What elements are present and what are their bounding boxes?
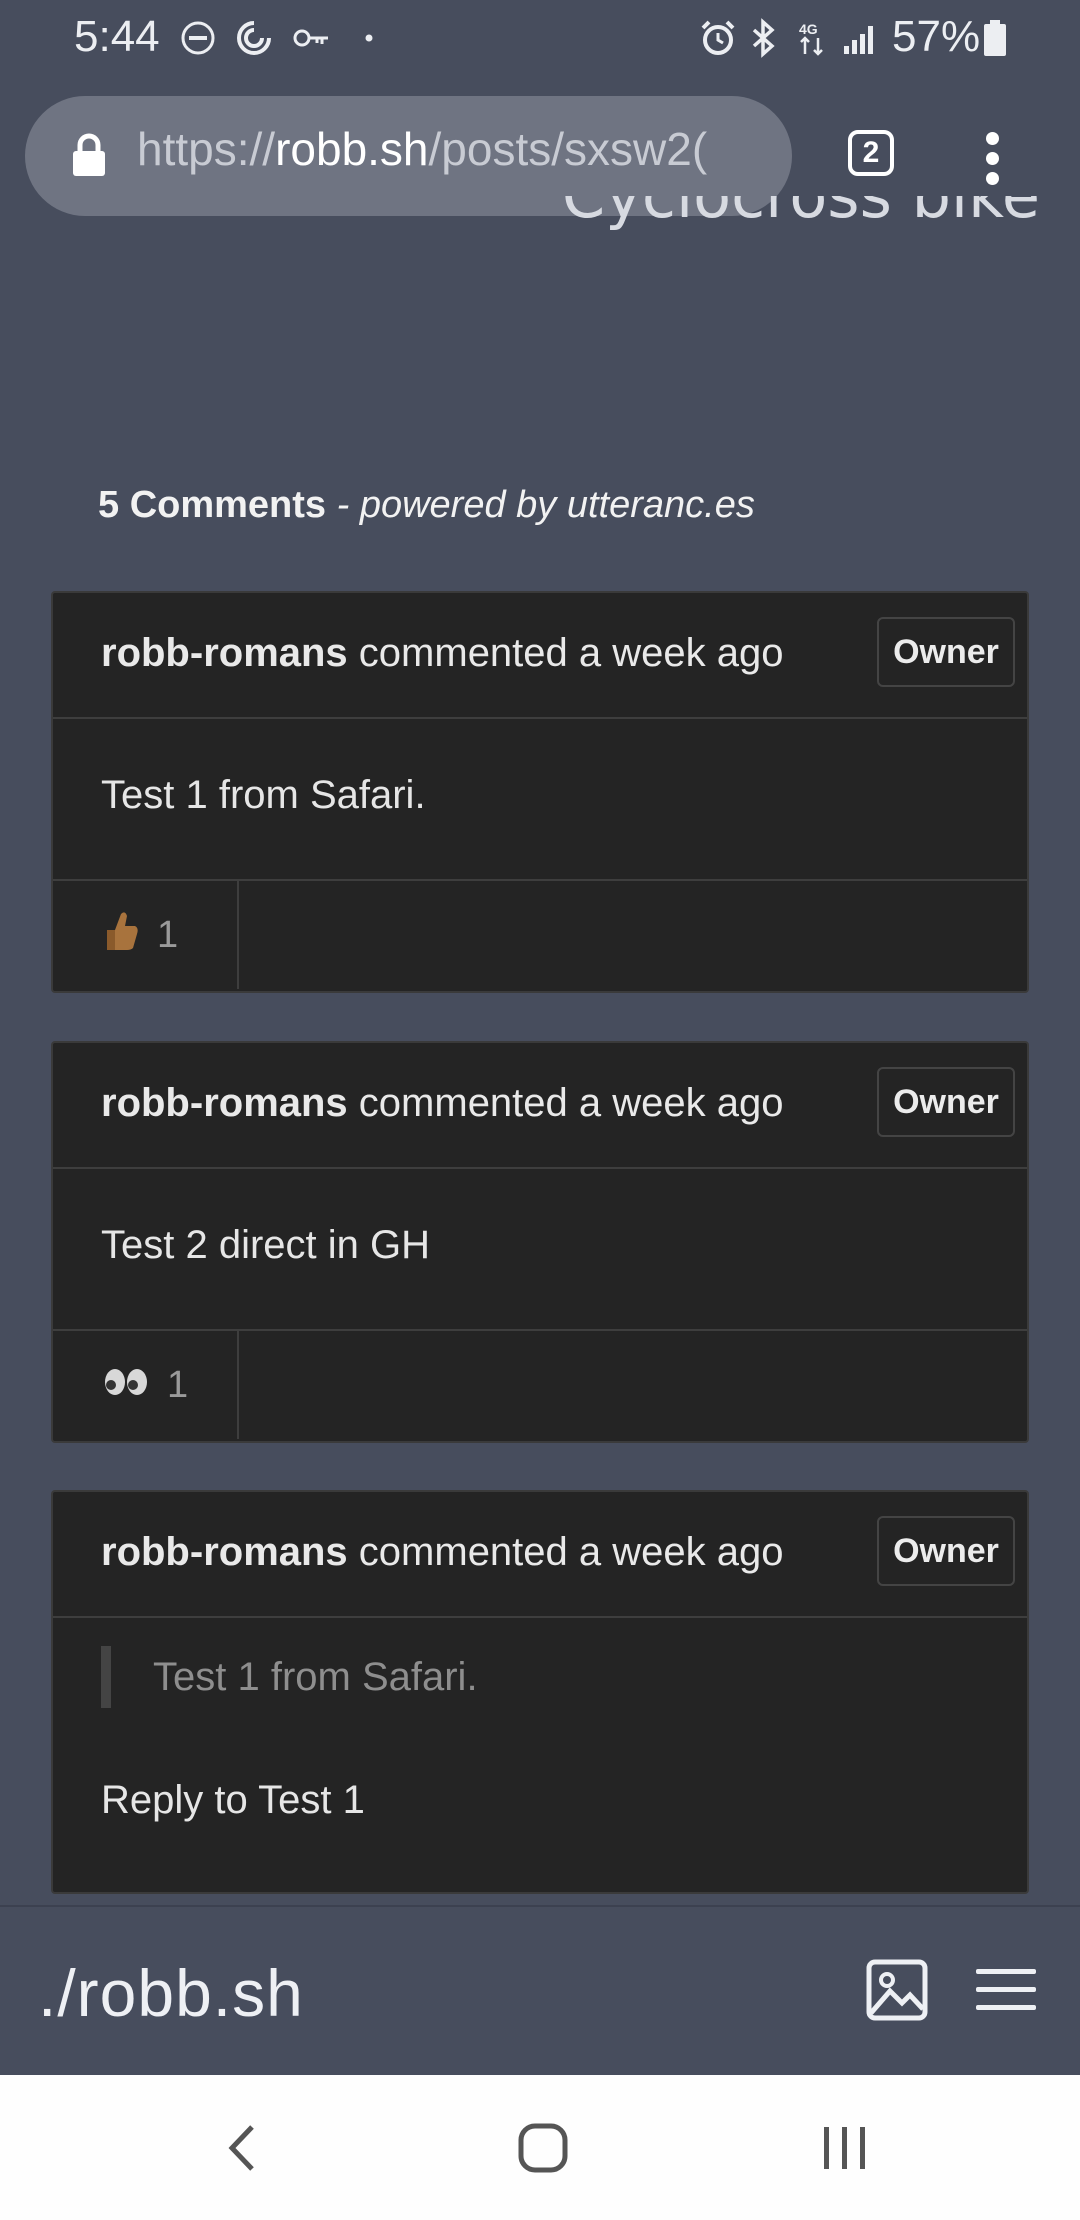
comment-header: robb-romans commented a week ago Owner (53, 1492, 1027, 1618)
reaction-count: 1 (157, 913, 179, 956)
browser-menu-button[interactable] (986, 132, 1000, 185)
url-text[interactable]: https://robb.sh/posts/sxsw2( (137, 122, 777, 176)
url-path: /posts/sxsw2( (428, 123, 708, 175)
system-navigation-bar (0, 2075, 1080, 2220)
bluetooth-icon (748, 16, 778, 60)
owner-badge: Owner (877, 1067, 1015, 1137)
alarm-icon (698, 16, 738, 60)
comment-meta: commented a week ago (347, 1081, 784, 1125)
comment-header: robb-romans commented a week ago Owner (53, 593, 1027, 719)
home-icon[interactable] (518, 2123, 568, 2178)
tab-switcher-button[interactable]: 2 (848, 130, 894, 176)
comment-author[interactable]: robb-romans (101, 631, 348, 675)
owner-badge: Owner (877, 617, 1015, 687)
battery-percentage: 57% (892, 12, 981, 61)
comment-text: Test 1 from Safari. (101, 773, 426, 817)
image-icon[interactable] (866, 1959, 928, 2026)
lock-icon (71, 132, 107, 183)
url-host: robb.sh (275, 123, 429, 175)
eyes-icon (103, 1364, 149, 1407)
url-scheme: https:// (137, 123, 276, 175)
key-icon (292, 16, 332, 60)
comment-card: robb-romans commented a week ago Owner T… (51, 1490, 1029, 1894)
owner-badge: Owner (877, 1516, 1015, 1586)
comment-reactions: 1 (53, 1329, 1027, 1439)
page-heading: Cyclocross bike (562, 196, 1040, 266)
sync-icon (234, 16, 274, 60)
comment-author[interactable]: robb-romans (101, 1530, 348, 1574)
comments-count: 5 Comments (98, 484, 327, 526)
dnd-icon (180, 16, 216, 60)
signal-icon (842, 16, 880, 60)
svg-text:4G: 4G (799, 21, 818, 37)
site-brand[interactable]: ./robb.sh (38, 1955, 304, 2031)
reaction-button[interactable]: 1 (53, 881, 239, 989)
hamburger-menu-icon[interactable] (976, 1967, 1036, 2018)
status-time: 5:44 (74, 12, 160, 61)
reaction-button[interactable]: 1 (53, 1331, 239, 1439)
dot-icon (364, 16, 374, 60)
comment-body: Test 1 from Safari. Reply to Test 1 (53, 1618, 1027, 1894)
comment-header: robb-romans commented a week ago Owner (53, 1043, 1027, 1169)
comment-card: robb-romans commented a week ago Owner T… (51, 591, 1029, 993)
site-bottom-nav: ./robb.sh (0, 1905, 1080, 2077)
data-4g-icon: 4G (796, 16, 828, 60)
back-icon[interactable] (224, 2123, 258, 2178)
recent-apps-icon[interactable] (822, 2123, 868, 2178)
powered-by: - powered by utteranc.es (326, 484, 755, 526)
comment-author[interactable]: robb-romans (101, 1081, 348, 1125)
comment-text: Test 2 direct in GH (101, 1223, 431, 1267)
reaction-count: 1 (167, 1363, 189, 1406)
comment-body: Test 1 from Safari. (53, 719, 1027, 879)
status-bar: 5:44 4G 57% (0, 0, 1080, 80)
battery-icon (982, 16, 1008, 60)
comment-body: Test 2 direct in GH (53, 1169, 1027, 1329)
comment-meta: commented a week ago (347, 1530, 784, 1574)
comment-reactions: 1 (53, 879, 1027, 989)
comment-meta: commented a week ago (347, 631, 784, 675)
comment-quote: Test 1 from Safari. (101, 1646, 478, 1708)
comment-card: robb-romans commented a week ago Owner T… (51, 1041, 1029, 1443)
comments-header: 5 Comments - powered by utteranc.es (98, 484, 755, 527)
thumbs-up-icon (103, 908, 139, 962)
comment-text: Reply to Test 1 (101, 1778, 365, 1822)
